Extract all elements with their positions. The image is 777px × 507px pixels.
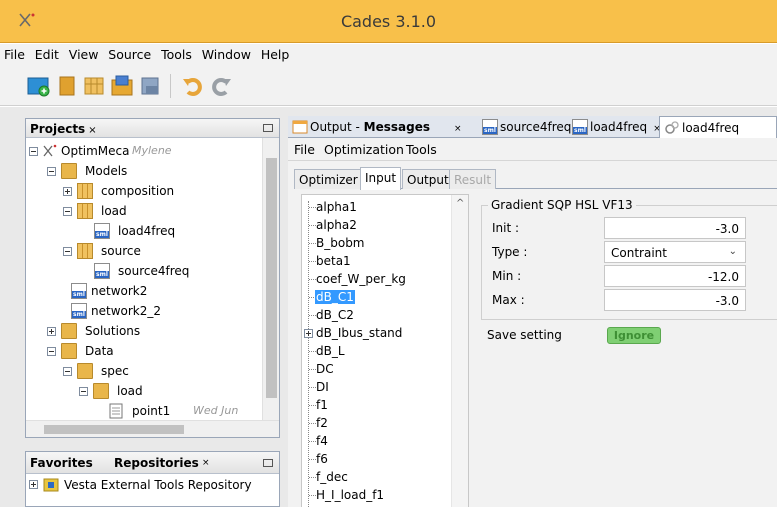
tab-favorites[interactable]: Favorites	[30, 456, 93, 470]
model-folder-icon	[77, 243, 93, 259]
editor-menu-bar: File Optimization Tools	[288, 138, 777, 160]
expand-icon[interactable]	[47, 327, 56, 336]
type-label: Type :	[492, 245, 528, 259]
toolbar	[0, 66, 777, 106]
folder-icon	[61, 163, 77, 179]
horizontal-scrollbar[interactable]	[26, 420, 279, 437]
variable-tree: alpha1 alpha2 B_bobm beta1 coef_W_per_kg…	[301, 194, 469, 507]
tab-load4freq-optim[interactable]: load4freq	[659, 116, 777, 138]
tree-guide-line	[308, 201, 309, 507]
scrollbar-thumb[interactable]	[44, 425, 184, 434]
gears-icon	[665, 121, 679, 134]
menu-optimization[interactable]: Optimization	[324, 142, 404, 157]
undo-icon[interactable]	[180, 74, 206, 98]
projects-tab[interactable]: Projects	[30, 122, 85, 136]
project-icon	[43, 144, 57, 157]
variable-settings: Gradient SQP HSL VF13 Init : -3.0 Type :…	[475, 194, 777, 507]
sml-file-icon	[572, 119, 588, 135]
menu-source[interactable]: Source	[108, 44, 151, 62]
folder-icon	[77, 363, 93, 379]
expand-icon[interactable]	[304, 329, 313, 338]
type-select[interactable]: Contraint ⌄	[604, 241, 746, 263]
sml-file-icon	[71, 303, 87, 319]
menu-file[interactable]: File	[4, 44, 25, 62]
open-project-icon[interactable]	[110, 74, 136, 98]
init-field[interactable]: -3.0	[604, 217, 746, 239]
tab-input[interactable]: Input	[360, 167, 402, 190]
editor-tab-bar: Output - Messages× source4freq× load4fre…	[288, 116, 777, 138]
tab-result: Result	[449, 169, 497, 189]
optimizer-tab-bar: Optimizer Input Output Result	[294, 167, 777, 190]
document-icon	[109, 403, 123, 419]
init-label: Init :	[492, 221, 520, 235]
expand-icon[interactable]	[29, 480, 38, 489]
collapse-icon[interactable]	[29, 147, 38, 156]
model-folder-icon	[77, 183, 93, 199]
minimize-icon[interactable]	[263, 459, 273, 467]
menu-tools[interactable]: Tools	[161, 44, 192, 62]
sml-file-icon	[94, 223, 110, 239]
collapse-icon[interactable]	[63, 247, 72, 256]
tab-load4freq[interactable]: load4freq×	[568, 116, 665, 138]
sml-file-icon	[482, 119, 498, 135]
menu-view[interactable]: View	[69, 44, 99, 62]
max-label: Max :	[492, 293, 525, 307]
projects-panel: Projects × OptimMeca Mylene Models compos…	[25, 118, 280, 438]
data-folder-icon	[61, 343, 77, 359]
folder-icon	[93, 383, 109, 399]
collapse-icon[interactable]	[79, 387, 88, 396]
collapse-icon[interactable]	[47, 347, 56, 356]
repository-icon	[43, 478, 59, 492]
menu-help[interactable]: Help	[261, 44, 290, 62]
max-field[interactable]: -3.0	[604, 289, 746, 311]
collapse-icon[interactable]	[63, 207, 72, 216]
new-model-icon[interactable]	[82, 74, 108, 98]
optimization-panel: Optimizer Input Output Result alpha1 alp…	[288, 160, 777, 507]
collapse-icon[interactable]	[47, 167, 56, 176]
tab-output[interactable]: Output	[402, 169, 454, 189]
group-title: Gradient SQP HSL VF13	[488, 198, 636, 212]
minimize-icon[interactable]	[263, 124, 273, 132]
favorites-tab-bar: Favorites Repositories ×	[26, 452, 279, 474]
scroll-up-icon[interactable]: ^	[456, 198, 464, 209]
tab-optimizer[interactable]: Optimizer	[294, 169, 363, 189]
menu-bar: File Edit View Source Tools Window Help	[0, 44, 777, 66]
min-label: Min :	[492, 269, 522, 283]
sml-file-icon	[71, 283, 87, 299]
vertical-scrollbar[interactable]: ^	[451, 195, 468, 507]
close-icon[interactable]: ×	[202, 458, 210, 468]
toolbar-separator	[170, 74, 171, 98]
close-icon[interactable]: ×	[454, 124, 462, 134]
menu-edit[interactable]: Edit	[35, 44, 59, 62]
folder-icon	[61, 323, 77, 339]
chevron-down-icon: ⌄	[728, 246, 737, 257]
menu-tools[interactable]: Tools	[406, 142, 437, 157]
title-bar: Cades 3.1.0	[0, 0, 777, 43]
output-window-icon	[292, 120, 308, 134]
window-title: Cades 3.1.0	[340, 12, 437, 31]
list-item[interactable]: Vesta External Tools Repository	[26, 474, 279, 494]
save-all-icon[interactable]	[138, 74, 164, 98]
project-tree: OptimMeca Mylene Models composition load…	[26, 138, 279, 420]
settings-group: Gradient SQP HSL VF13 Init : -3.0 Type :…	[481, 198, 777, 320]
menu-window[interactable]: Window	[202, 44, 251, 62]
new-file-icon[interactable]	[55, 74, 81, 98]
sml-file-icon	[94, 263, 110, 279]
ignore-button[interactable]: Ignore	[607, 327, 661, 344]
new-project-icon[interactable]	[26, 74, 52, 98]
projects-panel-header: Projects ×	[26, 119, 279, 138]
scrollbar-thumb[interactable]	[266, 158, 277, 398]
favorites-panel: Favorites Repositories × Vesta External …	[25, 451, 280, 507]
collapse-icon[interactable]	[63, 367, 72, 376]
vertical-scrollbar[interactable]	[262, 138, 279, 420]
min-field[interactable]: -12.0	[604, 265, 746, 287]
tab-repositories[interactable]: Repositories	[114, 456, 199, 470]
expand-icon[interactable]	[63, 187, 72, 196]
redo-icon[interactable]	[208, 74, 234, 98]
model-folder-icon	[77, 203, 93, 219]
close-icon[interactable]: ×	[88, 125, 96, 136]
menu-file[interactable]: File	[294, 142, 315, 157]
save-setting-label: Save setting	[487, 328, 562, 342]
tab-output-messages[interactable]: Output - Messages ×	[288, 116, 466, 138]
